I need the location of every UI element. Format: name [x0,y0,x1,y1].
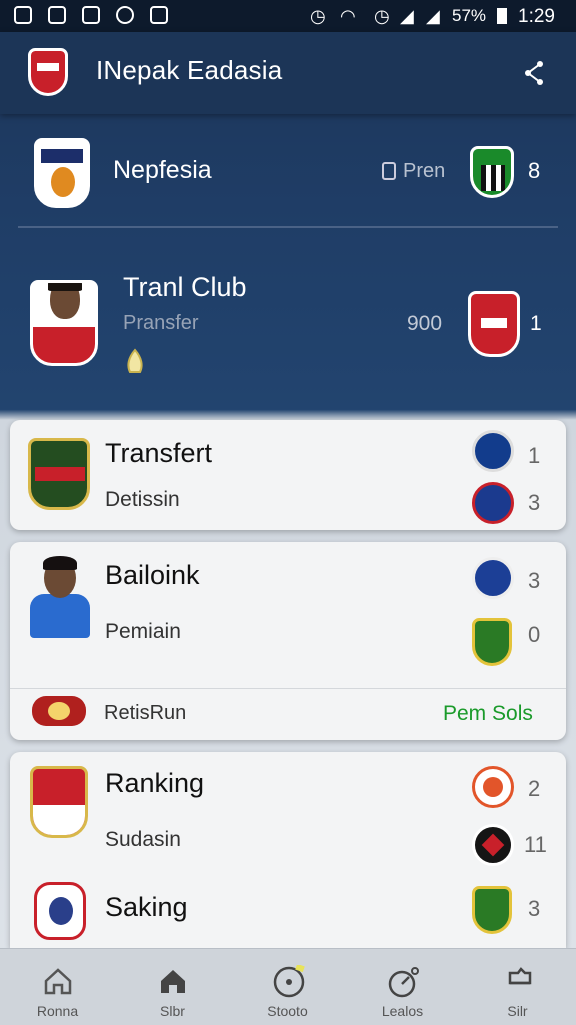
club-crest-icon [468,291,520,357]
ball-icon [272,963,305,998]
home-filled-icon [157,965,189,997]
score: 1 [530,312,542,335]
nav-label: Stooto [267,1003,308,1019]
club-crest-icon [472,618,512,666]
nav-tab-ronna[interactable]: Ronna [0,949,115,1025]
card-title: Bailoink [105,560,200,590]
nav-tab-slbr[interactable]: Slbr [115,949,230,1025]
card-title: Transfert [105,438,213,468]
club-badge-icon [472,430,514,472]
shirt-icon [502,965,534,997]
opponent-crest-icon [470,146,514,198]
player-photo [30,280,98,366]
divider [18,226,558,228]
score: 3 [528,568,541,593]
page-title: INepak Eadasia [96,55,283,85]
club-subtitle: Pransfer [123,312,199,334]
alarm-icon: ◷ [310,6,326,26]
club-badge-icon [472,766,514,808]
club-logo-icon [28,48,68,96]
trophy-icon [124,348,144,374]
score: 11 [524,832,547,857]
nav-tab-stooto[interactable]: Stooto [230,949,345,1025]
signal-icon: ◢ [400,6,414,26]
notification-icon [150,6,168,24]
nav-label: Silr [507,1003,528,1019]
club-badge-icon [472,557,514,599]
gauge-icon [387,965,419,998]
notification-icon [116,6,134,24]
footer-label: RetisRun [104,702,187,724]
nav-label: Lealos [381,1003,424,1019]
club-title: Tranl Club [123,272,247,302]
card-title: Saking [105,892,188,922]
club-badge-icon [472,482,514,524]
league-logo-icon [32,696,86,726]
wifi-icon: ◠ [340,6,356,26]
notification-icon [14,6,32,24]
nav-tab-silr[interactable]: Silr [460,949,575,1025]
club-crest-icon [472,886,512,934]
tag-label: Pren [403,160,446,182]
notification-icon [48,6,66,24]
score: 0 [528,622,541,647]
card-subtitle: Pemiain [105,620,181,643]
battery-icon [497,8,507,24]
card-title: Ranking [105,768,205,798]
team-crest-icon [34,138,90,208]
score: 1 [528,443,541,468]
device-icon [382,162,396,180]
score: 8 [528,158,541,183]
card-subtitle: Detissin [105,488,180,511]
signal-icon: ◢ [426,6,440,26]
clock-time: 1:29 [518,6,555,27]
score: 3 [528,896,541,921]
share-icon[interactable] [522,58,546,88]
team-name: Nepfesia [113,156,212,184]
transfer-value: 900 [407,312,443,335]
player-photo [30,556,90,638]
clock-icon: ◷ [374,6,390,26]
nav-tab-lealos[interactable]: Lealos [345,949,460,1025]
club-badge-icon [472,824,514,866]
score: 3 [528,490,541,515]
card-subtitle: Sudasin [105,828,181,851]
score: 2 [528,776,541,801]
status-bar: ◷ ◠ ◷ ◢ ◢ 57% 1:29 [0,0,576,32]
footer-action-link[interactable]: Pem Sols [443,702,533,726]
nav-label: Slbr [160,1003,185,1019]
battery-percent: 57% [452,6,487,25]
notification-icon [82,6,100,24]
divider [10,688,566,689]
club-crest-icon [30,766,88,838]
club-crest-icon [34,882,86,940]
bottom-nav: Ronna Slbr Stooto Lealos Silr [0,948,576,1025]
app-header [0,32,576,114]
home-outline-icon [42,965,74,997]
club-crest-icon [28,438,90,510]
nav-label: Ronna [36,1003,79,1019]
